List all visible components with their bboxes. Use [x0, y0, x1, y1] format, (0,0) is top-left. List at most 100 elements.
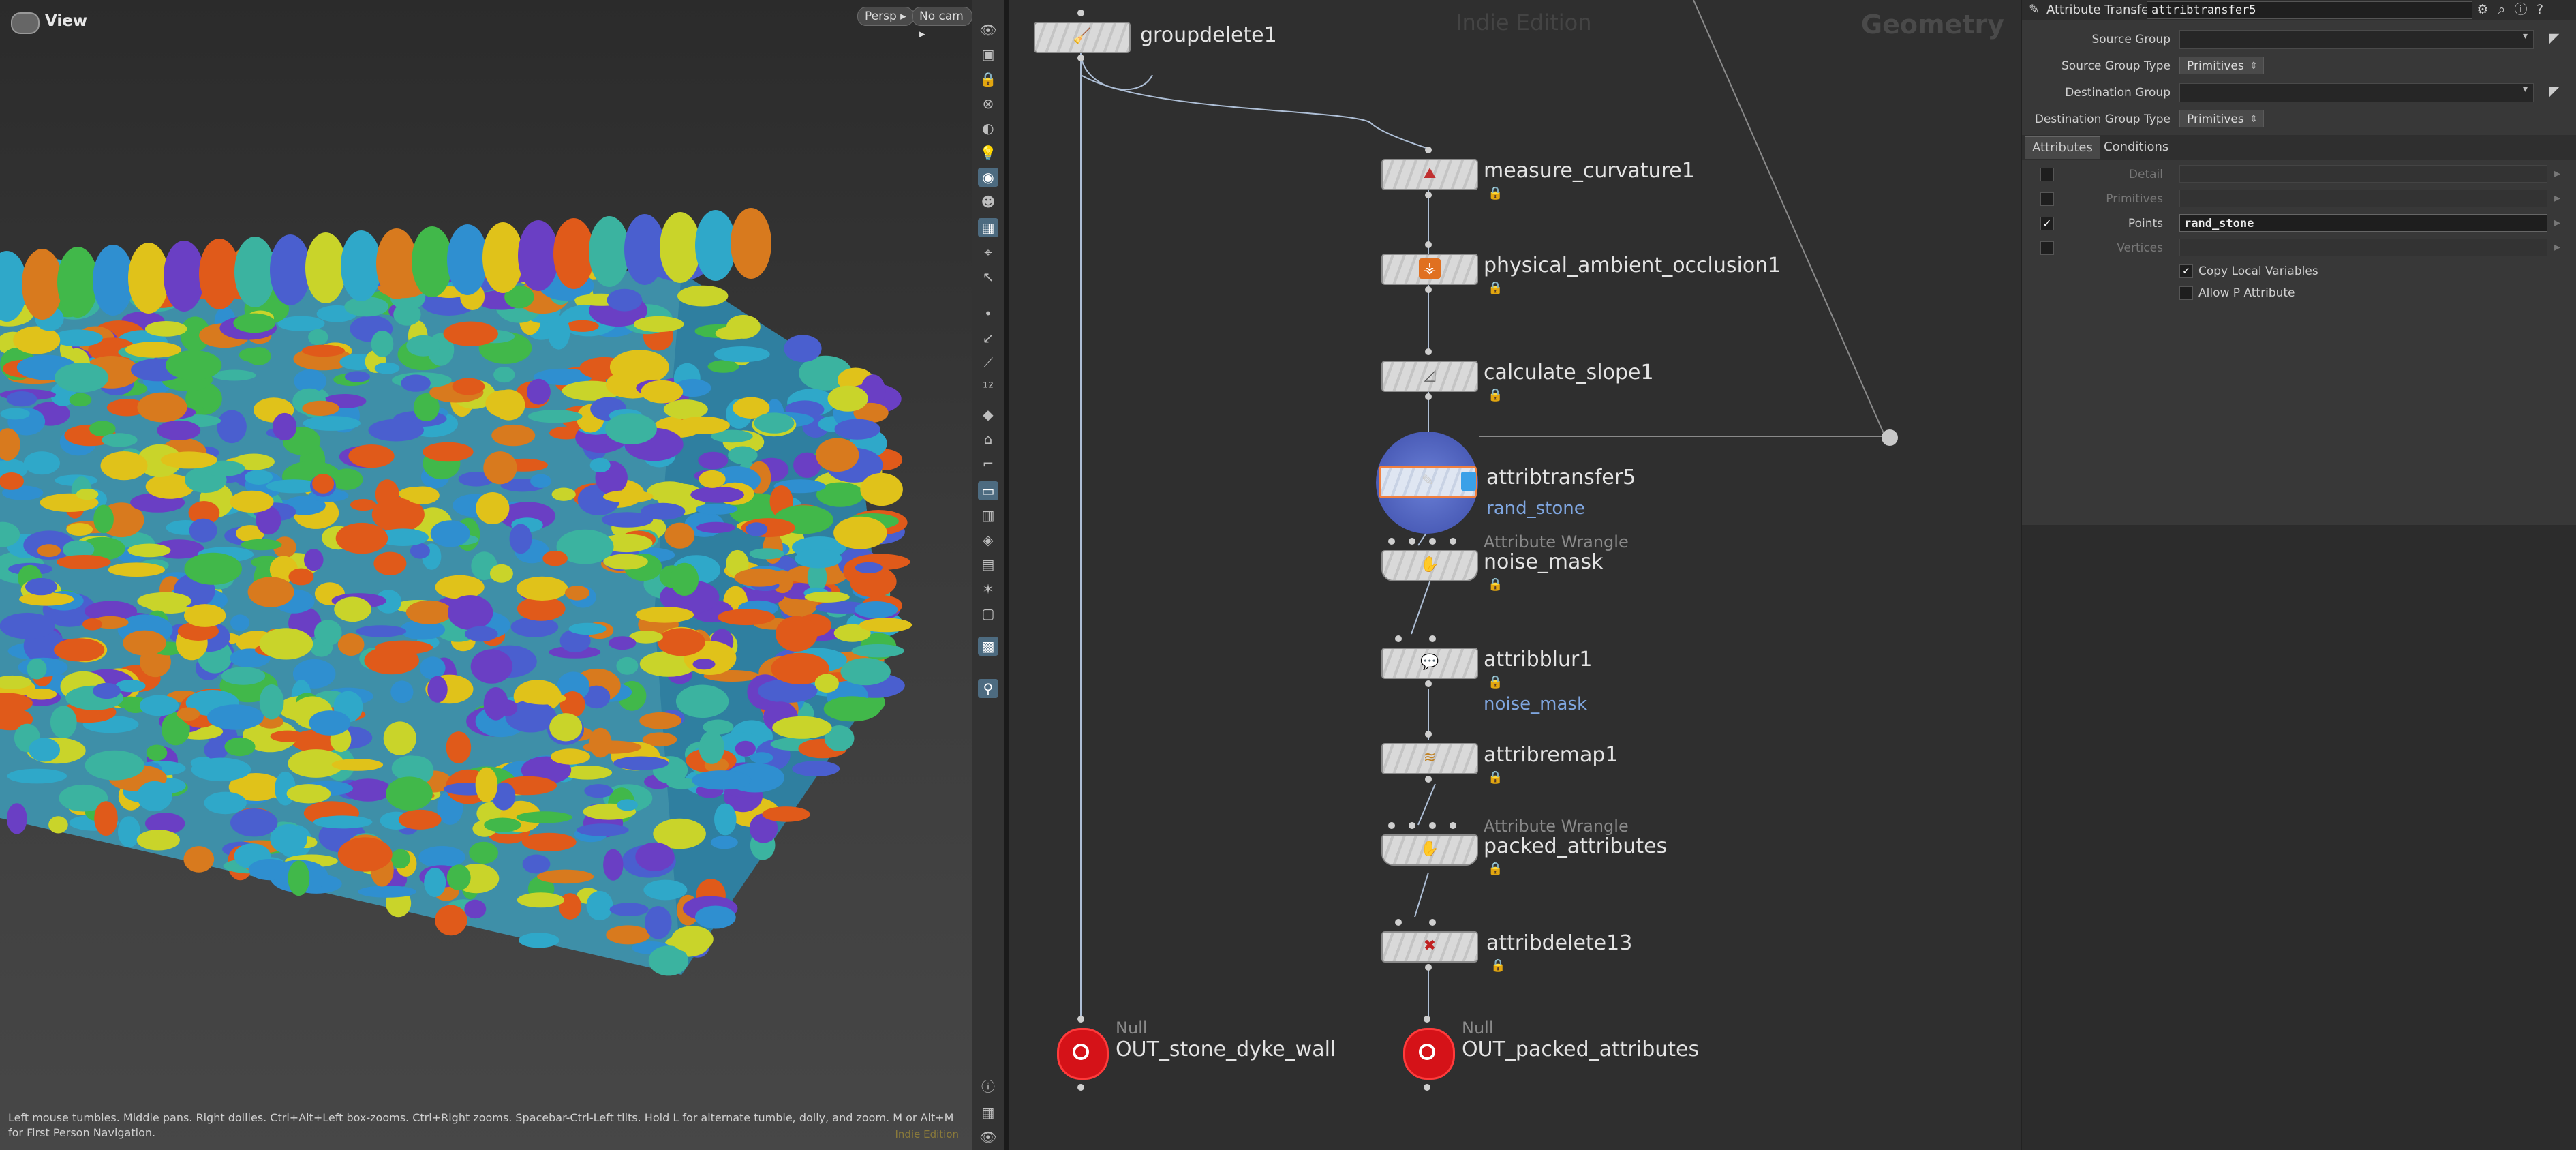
gear-icon[interactable]: ⚙ — [2474, 1, 2491, 18]
uv-display-icon[interactable]: ⌐ — [978, 454, 998, 473]
info-icon[interactable]: ⓘ — [2513, 1, 2529, 18]
allow-p-attribute-checkbox[interactable] — [2179, 286, 2193, 300]
destination-group-field[interactable]: ▾ — [2179, 83, 2534, 102]
lock-icon[interactable]: 🔒 — [1488, 577, 1503, 592]
lock-icon[interactable]: 🔒 — [1488, 770, 1503, 785]
node-body[interactable]: 🧹 — [1034, 22, 1131, 53]
input-port[interactable] — [1429, 919, 1436, 926]
output-port[interactable] — [1425, 680, 1432, 687]
help-icon[interactable]: ? — [2532, 1, 2548, 18]
input-port[interactable] — [1425, 348, 1432, 355]
lock-icon[interactable]: 🔒 — [1488, 186, 1503, 200]
render-region-icon[interactable]: ▩ — [978, 637, 998, 656]
pane-divider[interactable] — [1004, 0, 1009, 1150]
node-body[interactable]: ⛰ — [1381, 159, 1478, 190]
node-body[interactable]: ≋ — [1381, 743, 1478, 774]
pin-icon[interactable]: ⚲ — [978, 679, 998, 698]
output-port[interactable] — [1425, 964, 1432, 971]
camera-menu[interactable]: No cam ▸ — [912, 7, 972, 41]
input-port[interactable] — [1424, 1016, 1430, 1023]
output-port[interactable] — [1077, 1084, 1084, 1091]
node-name-field[interactable]: attribtransfer5 — [2147, 1, 2472, 19]
lock-icon[interactable]: 🔒 — [1488, 388, 1503, 402]
camera-mode-menu[interactable]: Persp ▸ — [857, 7, 914, 26]
eye-icon[interactable]: 👁 — [978, 20, 998, 40]
node-body[interactable]: 💬 — [1381, 648, 1478, 679]
prim-display-icon[interactable]: ◆ — [978, 405, 998, 424]
search-icon[interactable]: ⌕ — [2494, 1, 2510, 18]
lock-icon[interactable]: 🔒 — [1490, 958, 1505, 973]
output-port[interactable] — [1425, 192, 1432, 198]
output-port[interactable] — [1425, 286, 1432, 293]
input-port[interactable] — [1429, 822, 1436, 829]
source-group-type-select[interactable]: Primitives ⇕ — [2179, 57, 2264, 74]
input-port[interactable] — [1425, 731, 1432, 738]
input-port[interactable] — [1409, 822, 1415, 829]
input-port[interactable] — [1409, 538, 1415, 545]
input-port[interactable] — [1388, 822, 1395, 829]
null-node-icon[interactable] — [1403, 1028, 1455, 1080]
display-flag[interactable] — [1461, 472, 1476, 491]
select-arrow-icon[interactable]: ◤ — [2546, 83, 2562, 100]
lock-icon[interactable]: 🔒 — [1488, 862, 1503, 876]
vertex-display-icon[interactable]: ⌂ — [978, 429, 998, 449]
point-numbers-icon[interactable]: ¹² — [978, 378, 998, 397]
points-field[interactable]: rand_stone — [2179, 214, 2547, 232]
tab-attributes[interactable]: Attributes — [2025, 136, 2100, 159]
detail-field[interactable] — [2179, 165, 2547, 183]
houdini-logo-icon[interactable] — [11, 12, 40, 34]
output-port[interactable] — [1077, 55, 1084, 61]
source-group-field[interactable]: ▾ — [2179, 30, 2534, 49]
output-port[interactable] — [1425, 393, 1432, 400]
menu-icon[interactable]: ▸ — [2554, 166, 2560, 181]
lock-icon[interactable]: 🔒 — [978, 70, 998, 89]
info-icon[interactable]: ⓘ — [978, 1077, 998, 1096]
light-icon[interactable]: 💡 — [978, 143, 998, 162]
stone-wall-geometry[interactable] — [0, 0, 972, 1150]
template-icon[interactable]: ⌖ — [978, 243, 998, 262]
wireframe-icon[interactable]: ▦ — [978, 218, 998, 237]
camera-link-icon[interactable]: ⊗ — [978, 94, 998, 113]
input-port[interactable] — [1395, 919, 1402, 926]
background-icon[interactable]: ▭ — [978, 481, 998, 500]
output-port[interactable] — [1424, 1084, 1430, 1091]
input-port[interactable] — [1450, 538, 1456, 545]
edge-display-icon[interactable]: ⟋ — [978, 353, 998, 372]
safe-area-icon[interactable]: ◈ — [978, 530, 998, 549]
headlight-icon[interactable]: ◉ — [978, 168, 998, 187]
input-port[interactable] — [1429, 635, 1436, 642]
input-port[interactable] — [1425, 241, 1432, 248]
vertices-field[interactable] — [2179, 239, 2547, 256]
menu-icon[interactable]: ▸ — [2554, 215, 2560, 230]
input-port[interactable] — [1425, 147, 1432, 153]
input-port[interactable] — [1077, 10, 1084, 16]
display-options-icon[interactable]: ▣ — [978, 45, 998, 64]
copy-local-variables-checkbox[interactable]: ✓ — [2179, 264, 2193, 278]
input-port[interactable] — [1077, 1016, 1084, 1023]
lock-icon[interactable]: 🔒 — [1488, 281, 1503, 295]
ghost-icon[interactable]: ☻ — [978, 192, 998, 211]
node-body[interactable]: ⚶ — [1381, 254, 1478, 285]
wire-dot[interactable] — [1882, 429, 1898, 446]
input-port[interactable] — [1429, 538, 1436, 545]
texture-icon[interactable]: ▤ — [978, 555, 998, 574]
dropdown-icon[interactable]: ▾ — [2523, 31, 2528, 42]
shading-icon[interactable]: ◐ — [978, 119, 998, 138]
input-port[interactable] — [1395, 635, 1402, 642]
select-mode-icon[interactable]: ↖ — [978, 267, 998, 286]
network-editor[interactable]: Indie Edition Geometry 🧹 groupdelete1 ⛰ … — [1009, 0, 2021, 1150]
null-node-icon[interactable] — [1057, 1028, 1109, 1080]
output-port[interactable] — [1425, 776, 1432, 783]
lock-icon[interactable]: 🔒 — [1488, 675, 1503, 689]
select-arrow-icon[interactable]: ◤ — [2546, 30, 2562, 46]
layout-icon[interactable]: ▦ — [978, 1103, 998, 1122]
dropdown-icon[interactable]: ▾ — [2523, 84, 2528, 95]
normal-display-icon[interactable]: ↙ — [978, 329, 998, 348]
grid-icon[interactable]: ▥ — [978, 506, 998, 525]
node-body[interactable]: ✖ — [1381, 931, 1478, 963]
node-body[interactable]: ✋ — [1381, 834, 1478, 866]
geometry-icon[interactable]: ▢ — [978, 604, 998, 623]
point-display-icon[interactable]: • — [978, 304, 998, 323]
scene-viewport[interactable]: View Persp ▸ No cam ▸ Left mouse tumbles… — [0, 0, 972, 1150]
menu-icon[interactable]: ▸ — [2554, 191, 2560, 205]
